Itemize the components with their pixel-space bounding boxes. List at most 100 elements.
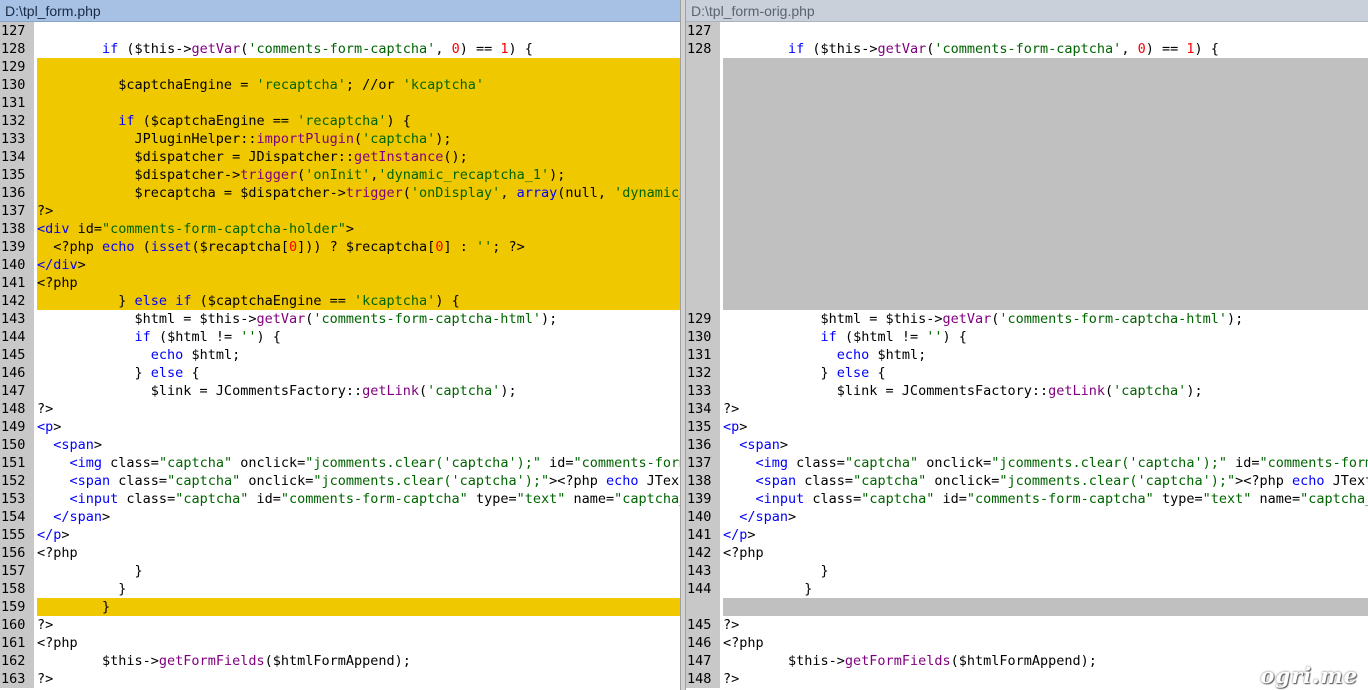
line-number: 144 <box>0 328 34 346</box>
line-code: $link = JCommentsFactory::getLink('captc… <box>723 383 1203 399</box>
right-code-line[interactable]: 138 <span class="captcha" onclick="jcomm… <box>686 472 1368 490</box>
right-code-line[interactable] <box>686 220 1368 238</box>
left-code-line[interactable]: 160 ?> <box>0 616 680 634</box>
left-code-line[interactable]: 144 if ($html != '') { <box>0 328 680 346</box>
line-code: <input class="captcha" id="comments-form… <box>69 491 680 507</box>
right-code-line[interactable]: 142 <?php <box>686 544 1368 562</box>
left-code-line[interactable]: 157 } <box>0 562 680 580</box>
left-code-line[interactable]: 159 } <box>0 598 680 616</box>
left-code-line[interactable]: 163 ?> <box>0 670 680 688</box>
right-code-line[interactable]: 140 </span> <box>686 508 1368 526</box>
right-code-line[interactable]: 137 <img class="captcha" onclick="jcomme… <box>686 454 1368 472</box>
line-number: 129 <box>686 310 720 328</box>
line-number: 133 <box>0 130 34 148</box>
right-code-line[interactable]: 139 <input class="captcha" id="comments-… <box>686 490 1368 508</box>
right-code-line[interactable]: 145 ?> <box>686 616 1368 634</box>
right-code-line[interactable]: 131 echo $html; <box>686 346 1368 364</box>
left-code-line[interactable]: 131 <box>0 94 680 112</box>
line-number: 144 <box>686 580 720 598</box>
line-code <box>723 274 1368 292</box>
left-code-line[interactable]: 133 JPluginHelper::importPlugin('captcha… <box>0 130 680 148</box>
line-number: 132 <box>0 112 34 130</box>
right-code-line[interactable]: 135 <p> <box>686 418 1368 436</box>
line-code: </p> <box>37 527 70 543</box>
left-code-line[interactable]: 138 <div id="comments-form-captcha-holder… <box>0 220 680 238</box>
left-code-line[interactable]: 161 <?php <box>0 634 680 652</box>
left-diff-pane[interactable]: D:\tpl_form.php 127 128 if ($this->getVar… <box>0 0 680 690</box>
line-code: if ($this->getVar('comments-form-captcha… <box>788 41 1219 57</box>
left-code-line[interactable]: 152 <span class="captcha" onclick="jcomm… <box>0 472 680 490</box>
left-code-line[interactable]: 143 $html = $this->getVar('comments-form… <box>0 310 680 328</box>
left-code-line[interactable]: 134 $dispatcher = JDispatcher::getInstan… <box>0 148 680 166</box>
right-code-line[interactable] <box>686 112 1368 130</box>
right-code-line[interactable] <box>686 58 1368 76</box>
left-code-line[interactable]: 132 if ($captchaEngine == 'recaptcha') { <box>0 112 680 130</box>
left-code-line[interactable]: 129 <box>0 58 680 76</box>
left-code-line[interactable]: 136 $recaptcha = $dispatcher->trigger('o… <box>0 184 680 202</box>
right-code-line[interactable] <box>686 130 1368 148</box>
left-code-line[interactable]: 148 ?> <box>0 400 680 418</box>
left-code-line[interactable]: 145 echo $html; <box>0 346 680 364</box>
line-code: } <box>723 581 813 597</box>
right-code-line[interactable]: 136 <span> <box>686 436 1368 454</box>
left-code-line[interactable]: 151 <img class="captcha" onclick="jcomme… <box>0 454 680 472</box>
line-code <box>723 58 1368 76</box>
right-code-line[interactable] <box>686 292 1368 310</box>
left-code-line[interactable]: 130 $captchaEngine = 'recaptcha'; //or '… <box>0 76 680 94</box>
right-code-line[interactable] <box>686 598 1368 616</box>
left-code-line[interactable]: 155 </p> <box>0 526 680 544</box>
right-code-line[interactable]: 133 $link = JCommentsFactory::getLink('c… <box>686 382 1368 400</box>
line-code <box>37 22 680 40</box>
line-number <box>686 256 720 274</box>
line-number <box>686 202 720 220</box>
right-code-line[interactable]: 144 } <box>686 580 1368 598</box>
right-code-line[interactable]: 143 } <box>686 562 1368 580</box>
right-code-line[interactable]: 132 } else { <box>686 364 1368 382</box>
line-code: } <box>37 563 143 579</box>
right-code-line[interactable]: 134 ?> <box>686 400 1368 418</box>
line-code: JPluginHelper::importPlugin('captcha'); <box>37 130 680 148</box>
line-number: 140 <box>686 508 720 526</box>
left-code-line[interactable]: 162 $this->getFormFields($htmlFormAppend… <box>0 652 680 670</box>
left-code-line[interactable]: 154 </span> <box>0 508 680 526</box>
left-code-line[interactable]: 156 <?php <box>0 544 680 562</box>
right-code-line[interactable]: 130 if ($html != '') { <box>686 328 1368 346</box>
line-number: 148 <box>0 400 34 418</box>
right-code-line[interactable] <box>686 202 1368 220</box>
line-code <box>723 184 1368 202</box>
left-code-line[interactable]: 142 } else if ($captchaEngine == 'kcaptc… <box>0 292 680 310</box>
left-code-line[interactable]: 149 <p> <box>0 418 680 436</box>
left-code-line[interactable]: 158 } <box>0 580 680 598</box>
right-code-line[interactable]: 128 if ($this->getVar('comments-form-cap… <box>686 40 1368 58</box>
right-code-line[interactable] <box>686 166 1368 184</box>
right-code-line[interactable] <box>686 148 1368 166</box>
right-code-line[interactable] <box>686 76 1368 94</box>
left-code-line[interactable]: 128 if ($this->getVar('comments-form-cap… <box>0 40 680 58</box>
right-code-line[interactable]: 127 <box>686 22 1368 40</box>
line-number <box>686 148 720 166</box>
right-code-line[interactable] <box>686 238 1368 256</box>
right-code-line[interactable] <box>686 256 1368 274</box>
line-code: ?> <box>37 671 54 687</box>
right-code-line[interactable]: 146 <?php <box>686 634 1368 652</box>
left-code-line[interactable]: 141 <?php <box>0 274 680 292</box>
left-code-line[interactable]: 135 $dispatcher->trigger('onInit','dynam… <box>0 166 680 184</box>
right-code-line[interactable] <box>686 94 1368 112</box>
left-code-line[interactable]: 153 <input class="captcha" id="comments-… <box>0 490 680 508</box>
right-code-line[interactable]: 141 </p> <box>686 526 1368 544</box>
left-code-line[interactable]: 137 ?> <box>0 202 680 220</box>
right-code-line[interactable] <box>686 184 1368 202</box>
line-code <box>723 238 1368 256</box>
left-code-line[interactable]: 140 </div> <box>0 256 680 274</box>
right-code-line[interactable] <box>686 274 1368 292</box>
line-code: $dispatcher->trigger('onInit','dynamic_r… <box>37 166 680 184</box>
line-code: ?> <box>723 617 740 633</box>
left-code-line[interactable]: 139 <?php echo (isset($recaptcha[0])) ? … <box>0 238 680 256</box>
left-code-line[interactable]: 150 <span> <box>0 436 680 454</box>
left-code-line[interactable]: 147 $link = JCommentsFactory::getLink('c… <box>0 382 680 400</box>
left-code-line[interactable]: 146 } else { <box>0 364 680 382</box>
right-diff-pane[interactable]: D:\tpl_form-orig.php 127 128 if ($this->g… <box>686 0 1368 690</box>
right-code-line[interactable]: 129 $html = $this->getVar('comments-form… <box>686 310 1368 328</box>
left-code-line[interactable]: 127 <box>0 22 680 40</box>
line-number: 152 <box>0 472 34 490</box>
